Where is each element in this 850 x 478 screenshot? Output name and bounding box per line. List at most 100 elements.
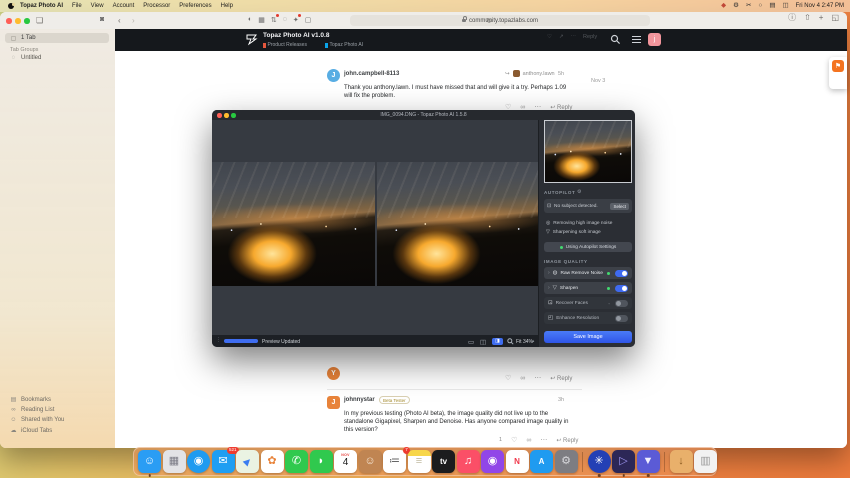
save-image-button[interactable]: Save Image	[544, 331, 632, 343]
extension-icon-grid-extension-icon[interactable]: ▦	[258, 16, 265, 24]
user-avatar[interactable]: j	[648, 33, 661, 46]
heart-icon[interactable]: ♡	[505, 374, 511, 382]
dock-item-news[interactable]: N	[506, 450, 529, 473]
menu-item[interactable]: File	[72, 3, 82, 9]
extension-icon-arrows-extension-icon[interactable]: ⇅	[271, 16, 277, 24]
status-icon-control-center-icon[interactable]: ◫	[782, 3, 788, 10]
zoom-caret-icon[interactable]: ▴	[532, 338, 534, 344]
dock-item-system-settings[interactable]: ⚙	[555, 450, 578, 473]
dock-item-maps[interactable]: ▶	[236, 450, 259, 473]
heart-icon[interactable]: ♡	[547, 34, 552, 40]
back-icon[interactable]: ‹	[118, 15, 121, 26]
menu-item[interactable]: View	[91, 3, 104, 9]
reply-label[interactable]: Reply	[583, 34, 597, 40]
dock-item-topaz-photo-ai[interactable]: ✳	[588, 450, 611, 473]
dock-item-downloads-folder[interactable]: ↓	[670, 450, 693, 473]
after-image[interactable]	[377, 162, 539, 286]
reply-to-indicator[interactable]: ↪ anthony.lawn	[505, 70, 555, 77]
status-icon-gear-icon[interactable]: ⚙	[733, 3, 739, 10]
dock-item[interactable]	[582, 452, 583, 472]
dock-item-mail[interactable]: ✉521	[212, 450, 235, 473]
ellipsis-icon[interactable]: ⋯	[540, 436, 547, 444]
autopilot-settings-button[interactable]: Using Autopilot Settings	[544, 242, 632, 252]
dock-item-podcasts[interactable]: ◉	[481, 450, 504, 473]
extension-icon-circle-extension-icon[interactable]: ◌	[283, 16, 287, 24]
toolbar-icon-tab-overview-icon[interactable]: ◱	[831, 12, 839, 23]
post-username[interactable]: johnnystar	[344, 397, 375, 403]
topic-title[interactable]: Topaz Photo AI v1.0.8	[263, 32, 329, 39]
dock-item-contacts[interactable]: ☺	[359, 450, 382, 473]
dock-item-topaz-video-ai[interactable]: ▷	[612, 450, 635, 473]
dock-item-facetime[interactable]: ✆	[285, 450, 308, 473]
category-badge[interactable]: Product Releases	[263, 42, 307, 48]
image-canvas[interactable]	[212, 120, 538, 335]
status-icon-color-app-icon[interactable]: ◆	[721, 3, 726, 10]
zoom-window-button[interactable]	[231, 113, 236, 118]
status-icon-display-icon[interactable]: ▤	[769, 3, 775, 10]
single-view-icon[interactable]: ▭	[468, 338, 474, 346]
reload-icon[interactable]: ↻	[486, 17, 492, 25]
toolbar-icon-info-icon[interactable]: ⓘ	[788, 12, 796, 23]
subcategory-badge[interactable]: Topaz Photo AI	[325, 42, 363, 48]
dock-item-photos[interactable]: ✿	[261, 450, 284, 473]
dock-item-tv[interactable]: tv	[432, 450, 455, 473]
toggle-on[interactable]	[615, 270, 628, 277]
before-image[interactable]	[212, 162, 375, 286]
filter-row-recover-faces[interactable]: ⊡ Recover Faces ◦	[544, 297, 632, 309]
toolbar-icon-share-icon[interactable]: ⇧	[804, 12, 811, 23]
shield-extension-icon[interactable]: ◙	[100, 16, 104, 23]
dock-item[interactable]	[664, 452, 665, 472]
dock-item-messages[interactable]: ◗	[310, 450, 333, 473]
forward-icon[interactable]: ›	[132, 15, 135, 26]
sidebar-toggle-icon[interactable]: ❏	[36, 15, 43, 26]
select-button[interactable]: Select	[610, 203, 629, 210]
zoom-window-button[interactable]	[24, 18, 30, 24]
sidebar-item-reading-list[interactable]: ∞Reading List	[10, 407, 64, 413]
sidebar-item-untitled[interactable]: ◌ Untitled	[10, 55, 41, 61]
dock-item-notes[interactable]: ≡	[408, 450, 431, 473]
menu-item[interactable]: Topaz Photo AI	[20, 3, 63, 9]
like-count[interactable]: 1	[499, 437, 502, 443]
zoom-level[interactable]: Fit 34%	[516, 339, 533, 345]
status-icon-scissors-icon[interactable]: ✂	[746, 3, 751, 10]
link-icon[interactable]: ∞	[520, 375, 525, 382]
minimize-window-button[interactable]	[224, 113, 229, 118]
menu-icon[interactable]: ⋮	[216, 337, 221, 343]
apple-menu-icon[interactable]	[8, 3, 14, 9]
timeline-date[interactable]: Nov 3	[591, 78, 605, 84]
dock-item-calendar[interactable]: NOV4	[334, 450, 357, 473]
dock-item-app-store[interactable]: A	[530, 450, 553, 473]
chevron-right-icon[interactable]: ›	[548, 285, 550, 291]
split-view-icon[interactable]: ◫	[480, 338, 486, 346]
autopilot-gear-icon[interactable]: ⚙	[577, 189, 581, 195]
toggle-off[interactable]	[615, 300, 628, 307]
toolbar-icon-new-tab-icon[interactable]: +	[819, 12, 824, 23]
avatar[interactable]: Y	[327, 367, 340, 380]
dock-item-topaz-gigapixel-ai[interactable]: ▼	[637, 450, 660, 473]
chevron-right-icon[interactable]: ›	[548, 270, 550, 276]
navigator-thumbnail[interactable]	[544, 120, 632, 183]
toggle-off[interactable]	[615, 315, 628, 322]
menu-item[interactable]: Preferences	[179, 3, 211, 9]
ellipsis-icon[interactable]: ⋯	[571, 34, 577, 40]
link-icon[interactable]: ∞	[526, 437, 531, 444]
dock-item-reminders[interactable]: ≔7	[383, 450, 406, 473]
minimize-window-button[interactable]	[15, 18, 21, 24]
dock-item-safari[interactable]: ◉	[187, 450, 210, 473]
reply-button[interactable]: ↩ Reply	[550, 375, 572, 382]
menu-item[interactable]: Help	[221, 3, 233, 9]
share-icon[interactable]: ↗	[559, 34, 564, 40]
floating-widget[interactable]: ⚑	[829, 57, 847, 89]
sidebar-item-icloud-tabs[interactable]: ☁iCloud Tabs	[10, 427, 64, 434]
menu-clock[interactable]: Fri Nov 4 2:47 PM	[796, 3, 844, 9]
filter-row-raw-remove-noise[interactable]: › ◍ Raw Remove Noise	[544, 267, 632, 279]
close-window-button[interactable]	[217, 113, 222, 118]
heart-icon[interactable]: ♡	[511, 436, 517, 444]
post-username[interactable]: john.campbell-8113	[344, 71, 399, 77]
sidebar-item-bookmarks[interactable]: ▤Bookmarks	[10, 396, 64, 403]
toggle-on[interactable]	[615, 285, 628, 292]
avatar[interactable]: J	[327, 69, 340, 82]
side-by-side-view-icon[interactable]: ◨	[492, 338, 503, 345]
dock-item-trash[interactable]: ▥	[694, 450, 717, 473]
extension-icon-box-extension-icon[interactable]: ▢	[305, 16, 312, 24]
